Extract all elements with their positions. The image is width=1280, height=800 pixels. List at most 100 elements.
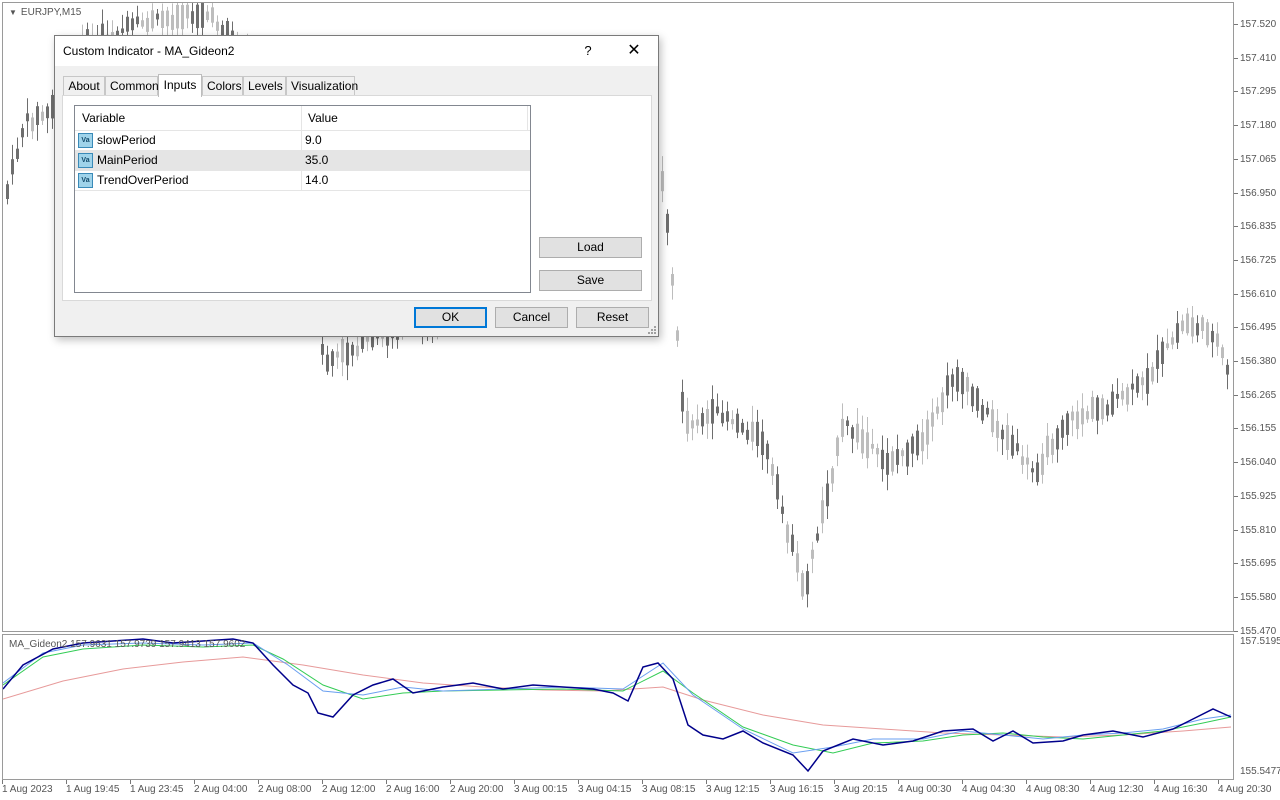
candle-body — [1026, 457, 1029, 465]
indicator-subwindow[interactable]: MA_Gideon2 157.9631 157.9739 157.9413 15… — [2, 634, 1234, 780]
grid-header: Variable Value — [75, 106, 530, 131]
candle-body — [736, 413, 739, 433]
candle-body — [686, 410, 689, 434]
time-tick-label: 3 Aug 12:15 — [706, 784, 760, 795]
ma-trend-line — [3, 656, 1232, 738]
candle-body — [816, 533, 819, 541]
cell-separator — [301, 131, 302, 151]
resize-grip-icon[interactable] — [648, 326, 657, 335]
candle-body — [1226, 364, 1229, 375]
tab-inputs[interactable]: Inputs — [158, 74, 202, 97]
table-row[interactable]: Va slowPeriod 9.0 — [75, 131, 530, 151]
candle-body — [771, 464, 774, 476]
candle-body — [1086, 411, 1089, 420]
table-row[interactable]: Va MainPeriod 35.0 — [75, 151, 530, 171]
candle-body — [1056, 428, 1059, 450]
price-tick-mark — [1234, 563, 1238, 565]
candle-body — [711, 399, 714, 424]
candle-body — [16, 148, 19, 159]
candle-body — [1121, 390, 1124, 400]
candle-body — [751, 421, 754, 442]
candle-body — [141, 20, 144, 27]
time-tick-label: 4 Aug 04:30 — [962, 784, 1016, 795]
inputs-grid[interactable]: Variable Value Va slowPeriod 9.0 Va Main… — [74, 105, 531, 293]
candle-body — [1011, 434, 1014, 456]
price-tick-label: 156.725 — [1240, 254, 1277, 266]
tab-common[interactable]: Common — [105, 76, 159, 95]
column-variable-header[interactable]: Variable — [82, 106, 125, 130]
candle-body — [876, 448, 879, 455]
candle-body — [976, 388, 979, 411]
column-separator[interactable] — [527, 106, 528, 130]
price-tick-label: 155.925 — [1240, 490, 1277, 502]
reset-button[interactable]: Reset — [576, 307, 649, 328]
ok-button[interactable]: OK — [414, 307, 487, 328]
custom-indicator-dialog: Custom Indicator - MA_Gideon2 ? ✕ About … — [54, 35, 659, 337]
candle-body — [161, 10, 164, 28]
time-tick-label: 1 Aug 2023 — [2, 784, 53, 795]
candle-body — [346, 342, 349, 366]
candle-body — [996, 420, 999, 438]
candle-body — [926, 419, 929, 445]
column-separator[interactable] — [301, 106, 302, 130]
candle-body — [1141, 377, 1144, 386]
candle-body — [936, 406, 939, 414]
candle-body — [26, 113, 29, 122]
candle-body — [666, 213, 669, 233]
price-tick-mark — [1234, 125, 1238, 127]
cancel-button[interactable]: Cancel — [495, 307, 568, 328]
candle-body — [811, 549, 814, 559]
close-icon[interactable]: ✕ — [615, 36, 653, 66]
column-value-header[interactable]: Value — [308, 106, 338, 130]
chart-symbol-label: ▼ EURJPY,M15 — [9, 7, 81, 18]
candle-body — [831, 468, 834, 484]
candle-body — [871, 443, 874, 449]
price-tick-label: 156.835 — [1240, 221, 1277, 233]
candle-body — [1006, 425, 1009, 450]
candle-body — [981, 404, 984, 421]
dialog-titlebar[interactable]: Custom Indicator - MA_Gideon2 ? ✕ — [55, 36, 658, 66]
candle-body — [721, 412, 724, 424]
candle-body — [191, 11, 194, 24]
price-tick-label: 155.470 — [1240, 625, 1277, 637]
tab-colors[interactable]: Colors — [202, 76, 243, 95]
help-button[interactable]: ? — [577, 40, 599, 62]
candle-body — [786, 524, 789, 543]
candle-body — [1136, 376, 1139, 393]
candle-body — [716, 406, 719, 414]
candle-body — [901, 450, 904, 457]
candle-body — [136, 16, 139, 25]
candle-body — [321, 344, 324, 355]
candle-body — [856, 423, 859, 443]
time-tick-label: 4 Aug 16:30 — [1154, 784, 1208, 795]
candle-body — [1131, 383, 1134, 390]
candle-body — [1066, 413, 1069, 435]
save-button[interactable]: Save — [539, 270, 642, 291]
dialog-title: Custom Indicator - MA_Gideon2 — [63, 44, 235, 58]
candle-body — [36, 106, 39, 125]
candle-body — [931, 412, 934, 427]
price-tick-mark — [1234, 192, 1238, 194]
tab-visualization[interactable]: Visualization — [286, 76, 358, 95]
variable-value[interactable]: 9.0 — [305, 131, 322, 150]
time-tick-label: 4 Aug 12:30 — [1090, 784, 1144, 795]
tab-about[interactable]: About — [63, 76, 105, 95]
load-button[interactable]: Load — [539, 237, 642, 258]
candle-body — [746, 429, 749, 440]
candle-body — [851, 427, 854, 439]
candle-body — [1036, 462, 1039, 483]
tab-levels[interactable]: Levels — [243, 76, 286, 95]
candle-body — [21, 128, 24, 138]
candle-body — [31, 117, 34, 132]
candle-body — [726, 411, 729, 422]
candle-body — [886, 452, 889, 475]
candle-body — [866, 432, 869, 459]
chevron-down-icon: ▼ — [9, 8, 17, 17]
candle-body — [1101, 398, 1104, 420]
variable-value[interactable]: 35.0 — [305, 151, 328, 170]
candle-body — [351, 344, 354, 356]
price-tick-mark — [1234, 327, 1238, 329]
candle-body — [1096, 397, 1099, 421]
variable-value[interactable]: 14.0 — [305, 171, 328, 190]
table-row[interactable]: Va TrendOverPeriod 14.0 — [75, 171, 530, 191]
